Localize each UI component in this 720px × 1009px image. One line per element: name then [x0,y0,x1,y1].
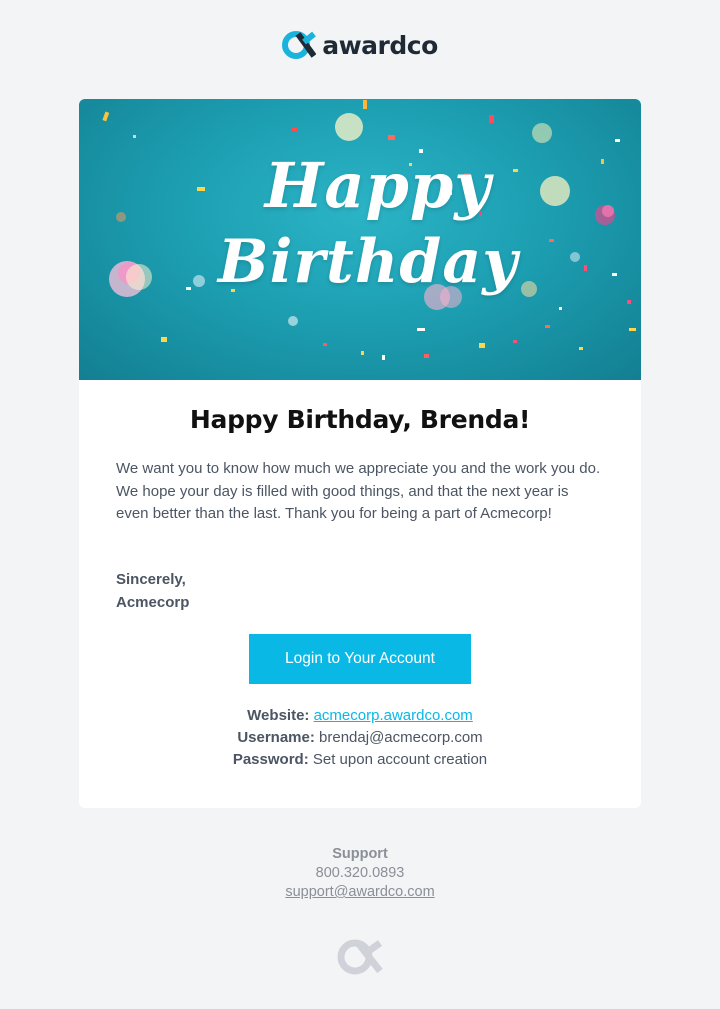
hero-title-line-2: Birthday [217,227,519,297]
footer-logo [336,938,384,981]
username-value: brendaj@acmecorp.com [319,729,483,746]
support-phone: 800.320.0893 [315,865,405,881]
header-logo: awardco [0,30,720,60]
awardco-mark-icon [336,939,384,980]
support-title: Support [332,846,388,862]
support-email-link[interactable]: support@awardco.com [285,884,434,900]
account-info: Website: acmecorp.awardco.com Username: … [79,705,641,771]
password-label: Password: [232,751,309,768]
hero-title-line-1: Happy [264,149,492,222]
signoff-company: Acmecorp [116,593,190,611]
username-row: Username: brendaj@acmecorp.com [79,727,641,749]
support-footer: Support 800.320.0893 support@awardco.com [0,845,720,902]
birthday-banner: Happy Birthday [79,99,641,380]
signoff-greeting: Sincerely, [116,571,186,588]
username-label: Username: [237,729,315,746]
email-card: Happy Birthday Happy Birthday, Brenda! W… [79,99,641,808]
website-label: Website: [247,707,310,724]
email-signoff: Sincerely, Acmecorp [116,569,189,614]
email-headline: Happy Birthday, Brenda! [189,405,531,434]
awardco-mark-icon [282,30,317,60]
brand-name: awardco [322,30,438,60]
password-row: Password: Set upon account creation [79,749,641,771]
password-value: Set upon account creation [312,751,488,768]
website-link[interactable]: acmecorp.awardco.com [314,707,473,724]
login-button[interactable]: Login to Your Account [249,634,471,684]
website-row: Website: acmecorp.awardco.com [79,705,641,727]
email-message: We want you to know how much we apprecia… [116,460,601,522]
